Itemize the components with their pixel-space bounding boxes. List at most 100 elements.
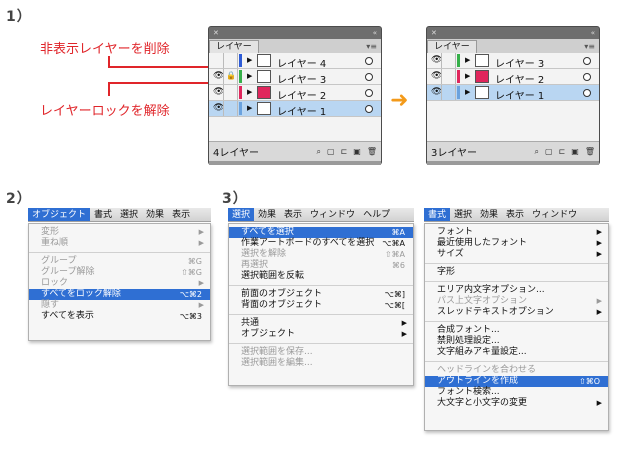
target-circle-icon[interactable] [583,57,591,65]
menubar-item[interactable]: 選択 [450,208,476,221]
menubar-item[interactable]: 書式 [90,208,116,221]
expand-icon[interactable]: « [373,29,377,37]
layer-name: レイヤー 3 [495,59,545,70]
collapse-icon[interactable]: ✕ [213,29,219,37]
menu-item[interactable]: サイズ ▶ [425,249,608,260]
menubar-item[interactable]: 効果 [254,208,280,221]
divider [223,53,224,68]
menu-item[interactable]: エリア内文字オプション... [425,285,608,296]
new-layer-icon[interactable]: ▣ [353,147,361,157]
menubar-item[interactable]: 効果 [476,208,502,221]
menu-item[interactable]: 作業アートボードのすべてを選択 ⌥⌘A [229,238,413,249]
target-circle-icon[interactable] [365,57,373,65]
expand-triangle-icon[interactable]: ▶ [465,56,470,64]
menu-item[interactable]: 合成フォント... [425,325,608,336]
target-circle-icon[interactable] [365,73,373,81]
menubar-item[interactable]: ヘルプ [359,208,394,221]
collapse-icon[interactable]: ✕ [431,29,437,37]
clipping-mask-icon[interactable]: ▢ [327,147,335,157]
menu-item-label: グループ解除 [41,267,95,277]
menu-item[interactable]: アウトラインを作成 ⇧⌘O [425,376,608,387]
layer-row[interactable]: 👁 ▶ レイヤー 1 [209,101,381,118]
panel-footer: 4レイヤー ⌕ ▢ ⊏ ▣ 🗑 [209,141,381,161]
layer-thumbnail [257,102,271,115]
menu-item[interactable]: フォント ▶ [425,227,608,238]
panel-resize-grip[interactable] [427,161,599,165]
menu-separator [425,263,608,264]
menu-item[interactable]: すべてをロック解除 ⌥⌘2 [29,289,210,300]
annotation-line-h1 [108,66,220,68]
menu-shortcut: ⌥⌘] [384,290,405,299]
submenu-arrow-icon: ▶ [198,239,204,247]
menubar-item[interactable]: オブジェクト [28,208,91,221]
tab-layers[interactable]: レイヤー [427,40,477,53]
panel-titlebar: ✕ « [427,27,599,39]
menu-item[interactable]: 禁則処理設定... [425,336,608,347]
menubar-object: オブジェクト 書式 選択 効果 表示 [28,208,211,222]
expand-triangle-icon[interactable]: ▶ [465,72,470,80]
locate-object-icon[interactable]: ⌕ [535,147,539,157]
target-circle-icon[interactable] [365,89,373,97]
menubar-item[interactable]: 選択 [116,208,142,221]
menu-item[interactable]: 最近使用したフォント ▶ [425,238,608,249]
divider [441,69,442,84]
target-circle-icon[interactable] [583,89,591,97]
layer-row[interactable]: 👁 ▶ レイヤー 2 [209,85,381,102]
menu-item[interactable]: スレッドテキストオプション ▶ [425,307,608,318]
layer-thumbnail [257,54,271,67]
target-circle-icon[interactable] [365,105,373,113]
menu-item[interactable]: 選択範囲を反転 [229,271,413,282]
menubar-item[interactable]: 書式 [424,208,451,221]
menu-separator [229,343,413,344]
layer-row[interactable]: 👁 ▶ レイヤー 1 [427,85,599,102]
menu-item-label: すべてを表示 [41,311,94,321]
layer-thumbnail [475,54,489,67]
expand-triangle-icon[interactable]: ▶ [247,88,252,96]
menu-item[interactable]: 文字組みアキ量設定... [425,347,608,358]
expand-triangle-icon[interactable]: ▶ [247,56,252,64]
menu-item[interactable]: すべてを選択 ⌘A [229,227,413,238]
menu-item[interactable]: すべてを表示 ⌥⌘3 [29,311,210,322]
layer-row[interactable]: ▶ レイヤー 4 [209,53,381,70]
menubar-item[interactable]: 効果 [142,208,168,221]
step-1-label: 1） [6,9,32,25]
menubar-item[interactable]: ウィンドウ [306,208,359,221]
trash-icon[interactable]: 🗑 [367,147,377,157]
menu-item: ロック ▶ [29,278,210,289]
new-sublayer-icon[interactable]: ⊏ [341,147,348,157]
menu-shortcut: ⌥⌘A [382,239,405,248]
menubar-item[interactable]: 表示 [168,208,194,221]
panel-resize-grip[interactable] [209,161,381,165]
layer-thumbnail [257,70,271,83]
panel-tabs: レイヤー ▾≡ [209,39,381,53]
menu-item[interactable]: 背面のオブジェクト ⌥⌘[ [229,300,413,311]
menu-item[interactable]: 前面のオブジェクト ⌥⌘] [229,289,413,300]
clipping-mask-icon[interactable]: ▢ [545,147,553,157]
new-layer-icon[interactable]: ▣ [571,147,579,157]
menu-item[interactable]: 字形 [425,267,608,278]
menubar-item[interactable]: 表示 [280,208,306,221]
expand-triangle-icon[interactable]: ▶ [247,104,252,112]
trash-icon[interactable]: 🗑 [585,147,595,157]
target-circle-icon[interactable] [583,73,591,81]
lock-icon[interactable]: 🔒 [226,71,236,80]
menu-item[interactable]: 大文字と小文字の変更 ▶ [425,398,608,409]
new-sublayer-icon[interactable]: ⊏ [559,147,566,157]
menu-item[interactable]: フォント検索... [425,387,608,398]
menubar-item[interactable]: 選択 [228,208,255,221]
menu-shortcut: ⇧⌘A [384,250,405,259]
expand-icon[interactable]: « [591,29,595,37]
layer-row[interactable]: 👁 ▶ レイヤー 2 [427,69,599,86]
menubar-item[interactable]: 表示 [502,208,528,221]
menubar-item[interactable]: ウィンドウ [528,208,581,221]
panel-menu-icon[interactable]: ▾≡ [584,41,595,53]
locate-object-icon[interactable]: ⌕ [317,147,321,157]
panel-menu-icon[interactable]: ▾≡ [366,41,377,53]
layer-row[interactable]: 👁 ▶ レイヤー 3 [427,53,599,70]
menu-item[interactable]: 共通 ▶ [229,318,413,329]
layer-row[interactable]: 👁 🔒 ▶ レイヤー 3 [209,69,381,86]
expand-triangle-icon[interactable]: ▶ [247,72,252,80]
menu-item[interactable]: オブジェクト ▶ [229,329,413,340]
expand-triangle-icon[interactable]: ▶ [465,88,470,96]
tab-layers[interactable]: レイヤー [209,40,259,53]
